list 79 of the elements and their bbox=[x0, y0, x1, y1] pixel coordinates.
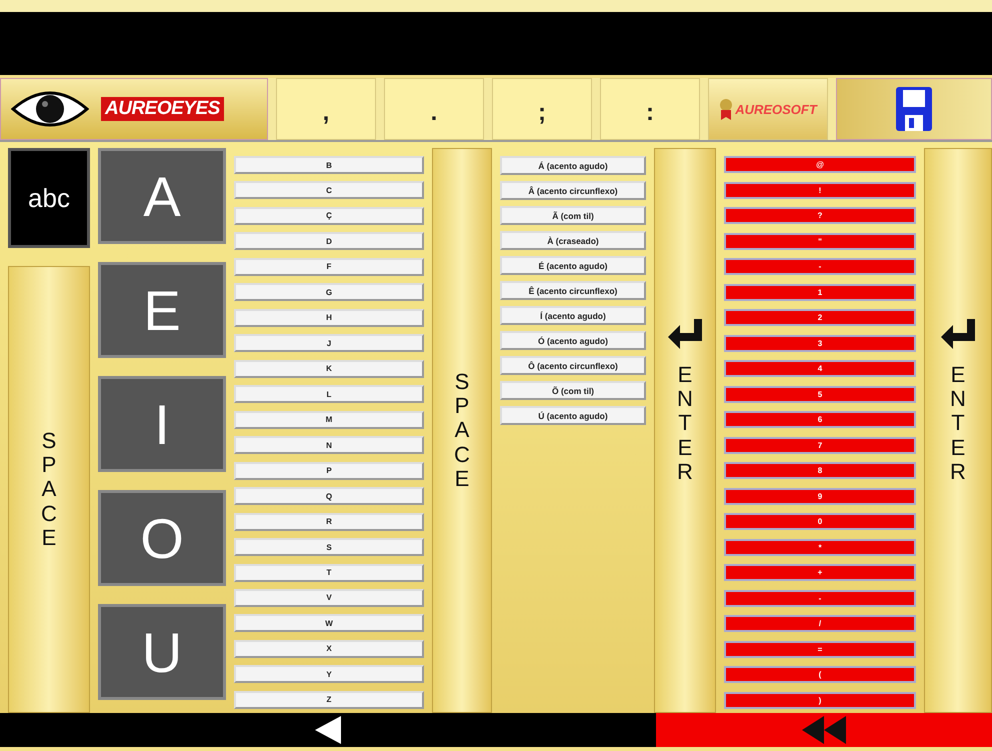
accent-key[interactable]: Ê (acento circunflexo) bbox=[500, 281, 646, 300]
vowel-key[interactable]: E bbox=[98, 262, 226, 358]
symbol-key[interactable]: @ bbox=[724, 156, 916, 173]
letter-key[interactable]: Ç bbox=[234, 206, 424, 225]
symbol-key[interactable]: 3 bbox=[724, 334, 916, 352]
letter-key[interactable]: X bbox=[234, 640, 424, 658]
letter-key[interactable]: C bbox=[234, 181, 424, 200]
vowel-key[interactable]: O bbox=[98, 490, 226, 586]
letter-key[interactable]: N bbox=[234, 436, 424, 454]
symbol-key[interactable]: ) bbox=[724, 692, 916, 709]
accent-key[interactable]: Ã (com til) bbox=[500, 206, 646, 225]
rewind-icon bbox=[802, 716, 846, 744]
letter-key[interactable]: T bbox=[234, 564, 424, 582]
return-arrow-icon bbox=[941, 319, 975, 349]
punctuation-key[interactable]: : bbox=[600, 78, 700, 140]
left-triangle-icon bbox=[315, 716, 341, 744]
symbol-key[interactable]: / bbox=[724, 615, 916, 632]
accent-key[interactable]: Í (acento agudo) bbox=[500, 306, 646, 325]
symbol-key[interactable]: 1 bbox=[724, 284, 916, 301]
punctuation-key[interactable]: . bbox=[384, 78, 484, 140]
symbol-key[interactable]: ! bbox=[724, 182, 916, 199]
letter-key[interactable]: D bbox=[234, 232, 424, 250]
symbol-key[interactable]: 2 bbox=[724, 309, 916, 326]
symbol-key[interactable]: * bbox=[724, 538, 916, 556]
accent-key[interactable]: Â (acento circunflexo) bbox=[500, 181, 646, 200]
letter-key[interactable]: L bbox=[234, 385, 424, 404]
rewind-button[interactable] bbox=[656, 713, 992, 747]
return-arrow-icon bbox=[668, 319, 702, 349]
eye-icon bbox=[11, 89, 89, 129]
mode-key[interactable]: abc bbox=[8, 148, 90, 248]
letter-key[interactable]: V bbox=[234, 588, 424, 607]
punctuation-key[interactable]: , bbox=[276, 78, 376, 140]
vowel-key[interactable]: U bbox=[98, 604, 226, 700]
symbol-key[interactable]: 0 bbox=[724, 513, 916, 530]
letter-key[interactable]: F bbox=[234, 258, 424, 276]
brand-text: AUREOSOFT bbox=[735, 102, 817, 116]
symbol-key[interactable]: = bbox=[724, 640, 916, 658]
symbol-key[interactable]: 4 bbox=[724, 360, 916, 378]
letter-key[interactable]: H bbox=[234, 308, 424, 327]
symbol-key[interactable]: ? bbox=[724, 207, 916, 224]
punctuation-key[interactable]: ; bbox=[492, 78, 592, 140]
letter-key[interactable]: B bbox=[234, 156, 424, 174]
letter-key[interactable]: G bbox=[234, 283, 424, 302]
accent-key[interactable]: Á (acento agudo) bbox=[500, 156, 646, 175]
medal-icon bbox=[719, 98, 734, 120]
accent-key[interactable]: Ó (acento agudo) bbox=[500, 331, 646, 350]
letter-key[interactable]: P bbox=[234, 462, 424, 480]
symbol-key[interactable]: - bbox=[724, 590, 916, 607]
symbol-key[interactable]: 8 bbox=[724, 462, 916, 480]
letter-key[interactable]: K bbox=[234, 360, 424, 378]
letter-key[interactable]: Q bbox=[234, 487, 424, 506]
symbol-key[interactable]: 6 bbox=[724, 411, 916, 428]
save-button[interactable] bbox=[896, 87, 932, 131]
vowel-key[interactable]: I bbox=[98, 376, 226, 472]
logo-text: AUREOEYES bbox=[101, 97, 224, 121]
letter-key[interactable]: Z bbox=[234, 690, 424, 709]
symbol-key[interactable]: " bbox=[724, 232, 916, 250]
space-key[interactable]: SPACE bbox=[432, 148, 492, 713]
enter-key[interactable]: ENTER bbox=[924, 148, 992, 713]
symbol-key[interactable]: - bbox=[724, 258, 916, 276]
letter-key[interactable]: M bbox=[234, 410, 424, 429]
symbol-key[interactable]: 5 bbox=[724, 386, 916, 403]
space-key[interactable]: SPACE bbox=[8, 266, 90, 713]
enter-key[interactable]: ENTER bbox=[654, 148, 716, 713]
accent-key[interactable]: Õ (com til) bbox=[500, 381, 646, 400]
letter-key[interactable]: R bbox=[234, 512, 424, 531]
letter-key[interactable]: J bbox=[234, 334, 424, 352]
letter-key[interactable]: Y bbox=[234, 665, 424, 684]
accent-key[interactable]: À (craseado) bbox=[500, 231, 646, 250]
letter-key[interactable]: W bbox=[234, 614, 424, 632]
symbol-key[interactable]: 7 bbox=[724, 436, 916, 454]
accent-key[interactable]: É (acento agudo) bbox=[500, 256, 646, 275]
accent-key[interactable]: Ô (acento circunflexo) bbox=[500, 356, 646, 375]
letter-key[interactable]: S bbox=[234, 538, 424, 556]
symbol-key[interactable]: 9 bbox=[724, 488, 916, 505]
vowel-key[interactable]: A bbox=[98, 148, 226, 244]
symbol-key[interactable]: + bbox=[724, 564, 916, 582]
symbol-key[interactable]: ( bbox=[724, 666, 916, 684]
accent-key[interactable]: Ú (acento agudo) bbox=[500, 406, 646, 425]
